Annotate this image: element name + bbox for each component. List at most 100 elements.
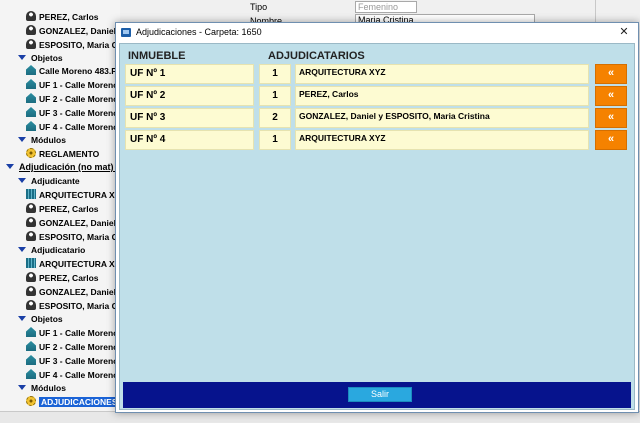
tipo-select[interactable]: Femenino: [355, 1, 417, 13]
adjudicatarios-cell: GONZALEZ, Daniel y ESPOSITO, Maria Crist…: [295, 108, 589, 128]
house-icon: [26, 93, 36, 103]
table-row: UF Nº 4 1 ARQUITECTURA XYZ «: [125, 130, 630, 150]
back-arrow-button[interactable]: «: [595, 108, 627, 128]
building-icon: [26, 189, 36, 199]
tree-item-label: Adjudicación (no mat) [BA: [19, 162, 120, 172]
tree-item[interactable]: UF 2 - Calle Moreno 48: [26, 92, 120, 106]
collapse-triangle-icon: [18, 316, 26, 321]
count-cell: 1: [259, 64, 291, 84]
person-icon: [26, 286, 36, 296]
tree-item[interactable]: UF 1 - Calle Moreno 48: [26, 78, 120, 92]
tree-item[interactable]: PEREZ, Carlos: [26, 10, 99, 24]
app-icon: [121, 28, 131, 37]
dialog-titlebar[interactable]: Adjudicaciones - Carpeta: 1650 ✕: [116, 23, 638, 43]
tree-item-label: UF 2 - Calle Moreno 48: [39, 94, 120, 104]
person-icon: [26, 11, 36, 21]
dialog-title: Adjudicaciones - Carpeta: 1650: [136, 27, 262, 37]
tree-item[interactable]: ADJUDICACIONES: [26, 395, 120, 409]
tree-item[interactable]: ARQUITECTURA XYZ: [26, 257, 120, 271]
tree-item[interactable]: UF 1 - Calle Moreno 48: [26, 326, 120, 340]
house-icon: [26, 79, 36, 89]
collapse-triangle-icon: [18, 385, 26, 390]
adjudicaciones-dialog: Adjudicaciones - Carpeta: 1650 ✕ INMUEBL…: [115, 22, 639, 413]
tree-item-label: Módulos: [31, 135, 66, 145]
inmueble-cell: UF Nº 2: [125, 86, 254, 106]
tree-item[interactable]: Módulos: [18, 381, 66, 395]
building-icon: [26, 258, 36, 268]
back-arrow-button[interactable]: «: [595, 86, 627, 106]
tree-item[interactable]: Adjudicatario: [18, 243, 85, 257]
tree-item[interactable]: Objetos: [18, 312, 63, 326]
inmueble-cell: UF Nº 1: [125, 64, 254, 84]
tree-item[interactable]: PEREZ, Carlos: [26, 202, 99, 216]
count-cell: 1: [259, 130, 291, 150]
table-row: UF Nº 2 1 PEREZ, Carlos «: [125, 86, 630, 106]
tree-item[interactable]: ESPOSITO, Maria Cris: [26, 230, 120, 244]
column-header-inmueble: INMUEBLE: [128, 50, 186, 62]
tree-item[interactable]: Objetos: [18, 51, 63, 65]
tree-item-label: ESPOSITO, Maria Cris: [39, 40, 120, 50]
house-icon: [26, 107, 36, 117]
tree-item-label: GONZALEZ, Daniel: [39, 218, 116, 228]
inmueble-cell: UF Nº 3: [125, 108, 254, 128]
count-cell: 1: [259, 86, 291, 106]
tree-item-label: GONZALEZ, Daniel: [39, 26, 116, 36]
tree-item-label: ADJUDICACIONES: [39, 397, 120, 407]
tree-item[interactable]: GONZALEZ, Daniel: [26, 285, 116, 299]
tree-item[interactable]: ARQUITECTURA XYZ: [26, 188, 120, 202]
tree-item[interactable]: Adjudicación (no mat) [BA: [6, 160, 120, 174]
collapse-triangle-icon: [18, 178, 26, 183]
collapse-triangle-icon: [18, 137, 26, 142]
tree-item[interactable]: UF 2 - Calle Moreno 48: [26, 340, 120, 354]
tree-item-label: UF 4 - Calle Moreno 48: [39, 122, 120, 132]
table-row: UF Nº 3 2 GONZALEZ, Daniel y ESPOSITO, M…: [125, 108, 630, 128]
tree-item[interactable]: Adjudicante: [18, 174, 80, 188]
back-arrow-button[interactable]: «: [595, 64, 627, 84]
tree-item-label: ARQUITECTURA XYZ: [39, 259, 120, 269]
tree-item-label: PEREZ, Carlos: [39, 273, 99, 283]
tree-item-label: UF 1 - Calle Moreno 48: [39, 80, 120, 90]
house-icon: [26, 355, 36, 365]
adjudicatarios-cell: PEREZ, Carlos: [295, 86, 589, 106]
collapse-triangle-icon: [18, 247, 26, 252]
house-icon: [26, 341, 36, 351]
tree-item-label: Adjudicatario: [31, 245, 86, 255]
tree-item[interactable]: UF 3 - Calle Moreno 48: [26, 106, 120, 120]
tree-item-label: GONZALEZ, Daniel: [39, 287, 116, 297]
person-icon: [26, 217, 36, 227]
adjudicatarios-cell: ARQUITECTURA XYZ: [295, 130, 589, 150]
collapse-triangle-icon: [6, 164, 14, 169]
tree-item-label: PEREZ, Carlos: [39, 12, 99, 22]
table-row: UF Nº 1 1 ARQUITECTURA XYZ «: [125, 64, 630, 84]
adjudicatarios-cell: ARQUITECTURA XYZ: [295, 64, 589, 84]
house-icon: [26, 121, 36, 131]
person-icon: [26, 231, 36, 241]
tree-item[interactable]: GONZALEZ, Daniel: [26, 24, 116, 38]
tree-item-label: ESPOSITO, Maria Cris: [39, 232, 120, 242]
tree-item[interactable]: UF 3 - Calle Moreno 48: [26, 354, 120, 368]
tree-item-label: Objetos: [31, 314, 63, 324]
salir-button[interactable]: Salir: [348, 387, 412, 402]
tree-item[interactable]: PEREZ, Carlos: [26, 271, 99, 285]
tree-item[interactable]: ESPOSITO, Maria Cris: [26, 299, 120, 313]
tree-item[interactable]: Módulos: [18, 133, 66, 147]
tree-item[interactable]: ESPOSITO, Maria Cris: [26, 38, 120, 52]
tree-item-label: UF 1 - Calle Moreno 48: [39, 328, 120, 338]
tree-item-label: Objetos: [31, 53, 63, 63]
gear-icon: [26, 148, 36, 158]
close-icon[interactable]: ✕: [616, 24, 632, 40]
tree-item[interactable]: REGLAMENTO: [26, 147, 99, 161]
tree-item-label: ARQUITECTURA XYZ: [39, 190, 120, 200]
person-icon: [26, 300, 36, 310]
tree-item[interactable]: UF 4 - Calle Moreno 48: [26, 120, 120, 134]
house-icon: [26, 65, 36, 75]
tree-item[interactable]: GONZALEZ, Daniel: [26, 216, 116, 230]
column-header-adjudicatarios: ADJUDICATARIOS: [268, 50, 365, 62]
gear-icon: [26, 396, 36, 406]
tree-item[interactable]: Calle Moreno 483.Pcia: [26, 64, 120, 78]
person-icon: [26, 25, 36, 35]
person-icon: [26, 272, 36, 282]
back-arrow-button[interactable]: «: [595, 130, 627, 150]
house-icon: [26, 327, 36, 337]
tree-item[interactable]: UF 4 - Calle Moreno 48: [26, 368, 120, 382]
